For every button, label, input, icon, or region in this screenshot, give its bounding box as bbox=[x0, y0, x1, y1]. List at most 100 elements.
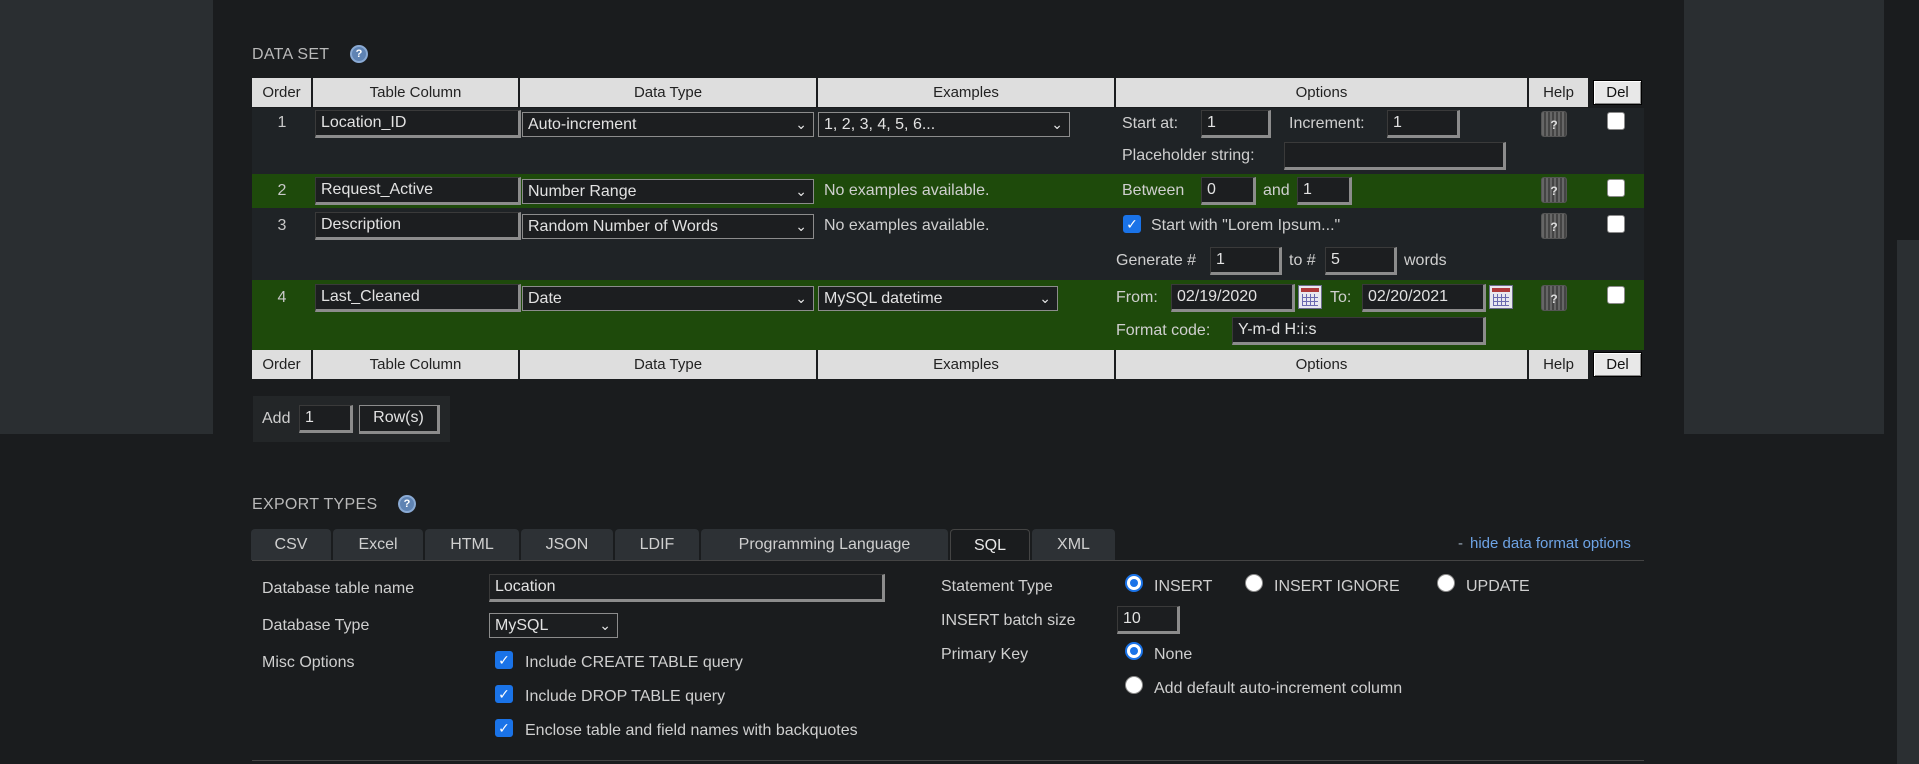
from-label: From: bbox=[1116, 289, 1158, 306]
statement-insert-radio[interactable] bbox=[1125, 574, 1143, 592]
hide-link-prefix: - bbox=[1458, 535, 1463, 552]
db-table-name-input[interactable]: Location bbox=[489, 574, 885, 602]
from-date-input[interactable]: 02/19/2020 bbox=[1171, 284, 1295, 312]
generate-max-input[interactable]: 5 bbox=[1325, 247, 1397, 275]
section-bottom-divider bbox=[252, 760, 1644, 761]
header-order: Order bbox=[252, 350, 313, 379]
db-type-label: Database Type bbox=[262, 617, 370, 634]
header-table-column: Table Column bbox=[313, 350, 520, 379]
tab-excel[interactable]: Excel bbox=[333, 529, 423, 560]
to-date-input[interactable]: 02/20/2021 bbox=[1362, 284, 1486, 312]
tab-divider bbox=[252, 560, 1644, 561]
table-header-top: Order Table Column Data Type Examples Op… bbox=[252, 78, 1644, 107]
primary-key-auto-increment-label: Add default auto-increment column bbox=[1154, 680, 1403, 697]
statement-insert-ignore-radio[interactable] bbox=[1245, 574, 1263, 592]
tab-xml[interactable]: XML bbox=[1032, 529, 1115, 560]
to-label: to # bbox=[1289, 252, 1316, 269]
start-at-input[interactable]: 1 bbox=[1201, 110, 1271, 138]
row-order: 3 bbox=[277, 217, 287, 234]
lorem-ipsum-checkbox[interactable]: ✓ bbox=[1123, 215, 1141, 233]
generate-min-input[interactable]: 1 bbox=[1210, 247, 1282, 275]
scrollbar-thumb[interactable] bbox=[1897, 240, 1919, 764]
generate-label: Generate # bbox=[1116, 252, 1197, 269]
examples-select[interactable]: MySQL datetime ⌄ bbox=[818, 286, 1058, 311]
chevron-down-icon: ⌄ bbox=[795, 290, 807, 306]
primary-key-auto-increment-radio[interactable] bbox=[1125, 676, 1143, 694]
row-order: 1 bbox=[277, 114, 287, 131]
row-help-icon[interactable]: ? bbox=[1541, 213, 1567, 239]
header-help: Help bbox=[1529, 78, 1590, 107]
hide-data-format-options-link[interactable]: hide data format options bbox=[1470, 535, 1631, 552]
examples-text: No examples available. bbox=[824, 182, 990, 199]
chevron-down-icon: ⌄ bbox=[1051, 116, 1063, 132]
column-name-input[interactable]: Location_ID bbox=[315, 110, 521, 138]
statement-insert-ignore-label: INSERT IGNORE bbox=[1274, 578, 1400, 595]
statement-insert-label: INSERT bbox=[1154, 578, 1213, 595]
row-help-icon[interactable]: ? bbox=[1541, 111, 1567, 137]
calendar-icon[interactable] bbox=[1489, 285, 1513, 309]
increment-input[interactable]: 1 bbox=[1387, 110, 1460, 138]
db-type-select[interactable]: MySQL ⌄ bbox=[489, 613, 618, 638]
statement-update-label: UPDATE bbox=[1466, 578, 1530, 595]
include-create-table-checkbox[interactable]: ✓ bbox=[495, 651, 513, 669]
data-type-select[interactable]: Auto-increment ⌄ bbox=[522, 112, 814, 137]
increment-label: Increment: bbox=[1289, 115, 1365, 132]
add-rows-button[interactable]: Row(s) bbox=[359, 405, 440, 434]
primary-key-none-radio[interactable] bbox=[1125, 642, 1143, 660]
row-order: 2 bbox=[277, 182, 287, 199]
lorem-ipsum-label: Start with "Lorem Ipsum..." bbox=[1151, 217, 1341, 234]
calendar-icon[interactable] bbox=[1298, 285, 1322, 309]
tab-json[interactable]: JSON bbox=[521, 529, 613, 560]
header-options: Options bbox=[1116, 78, 1529, 107]
export-types-help-icon[interactable]: ? bbox=[398, 495, 416, 513]
batch-size-input[interactable]: 10 bbox=[1117, 606, 1180, 634]
column-name-input[interactable]: Request_Active bbox=[315, 177, 521, 205]
include-drop-table-checkbox[interactable]: ✓ bbox=[495, 685, 513, 703]
header-data-type: Data Type bbox=[520, 78, 818, 107]
tab-ldif[interactable]: LDIF bbox=[615, 529, 699, 560]
include-create-table-label: Include CREATE TABLE query bbox=[525, 654, 743, 671]
statement-update-radio[interactable] bbox=[1437, 574, 1455, 592]
row-help-icon[interactable]: ? bbox=[1541, 177, 1567, 203]
between-min-input[interactable]: 0 bbox=[1201, 177, 1256, 205]
words-label: words bbox=[1404, 252, 1447, 269]
row-delete-checkbox[interactable] bbox=[1607, 179, 1625, 197]
footer-del-button[interactable]: Del bbox=[1590, 350, 1644, 379]
tab-sql[interactable]: SQL bbox=[950, 529, 1030, 560]
header-options: Options bbox=[1116, 350, 1529, 379]
column-name-input[interactable]: Description bbox=[315, 212, 521, 240]
db-type-value: MySQL bbox=[495, 617, 549, 634]
statement-type-label: Statement Type bbox=[941, 578, 1053, 595]
table-header-bottom: Order Table Column Data Type Examples Op… bbox=[252, 350, 1644, 379]
placeholder-input[interactable] bbox=[1284, 142, 1506, 170]
primary-key-label: Primary Key bbox=[941, 646, 1029, 663]
header-del-button[interactable]: Del bbox=[1590, 78, 1644, 107]
row-delete-checkbox[interactable] bbox=[1607, 112, 1625, 130]
enclose-backquotes-checkbox[interactable]: ✓ bbox=[495, 719, 513, 737]
tab-html[interactable]: HTML bbox=[425, 529, 519, 560]
data-type-select[interactable]: Date ⌄ bbox=[522, 286, 814, 311]
batch-size-label: INSERT batch size bbox=[941, 612, 1076, 629]
footer-del-label: Del bbox=[1593, 352, 1642, 377]
column-name-input[interactable]: Last_Cleaned bbox=[315, 284, 521, 312]
header-examples: Examples bbox=[818, 350, 1116, 379]
include-drop-table-label: Include DROP TABLE query bbox=[525, 688, 726, 705]
between-max-input[interactable]: 1 bbox=[1297, 177, 1352, 205]
data-set-help-icon[interactable]: ? bbox=[350, 45, 368, 63]
tab-csv[interactable]: CSV bbox=[251, 529, 331, 560]
row-delete-checkbox[interactable] bbox=[1607, 215, 1625, 233]
row-help-icon[interactable]: ? bbox=[1541, 285, 1567, 311]
examples-select[interactable]: 1, 2, 3, 4, 5, 6... ⌄ bbox=[818, 112, 1070, 137]
data-type-value: Auto-increment bbox=[528, 116, 637, 133]
row-delete-checkbox[interactable] bbox=[1607, 286, 1625, 304]
data-type-value: Date bbox=[528, 290, 562, 307]
page-background-left bbox=[0, 0, 213, 434]
header-del-label: Del bbox=[1593, 80, 1642, 105]
format-code-input[interactable]: Y-m-d H:i:s bbox=[1232, 317, 1486, 345]
data-type-select[interactable]: Random Number of Words ⌄ bbox=[522, 214, 814, 239]
add-rows-count-input[interactable]: 1 bbox=[299, 405, 353, 433]
header-examples: Examples bbox=[818, 78, 1116, 107]
placeholder-label: Placeholder string: bbox=[1122, 147, 1255, 164]
data-type-select[interactable]: Number Range ⌄ bbox=[522, 179, 814, 204]
tab-programming-language[interactable]: Programming Language bbox=[701, 529, 948, 560]
